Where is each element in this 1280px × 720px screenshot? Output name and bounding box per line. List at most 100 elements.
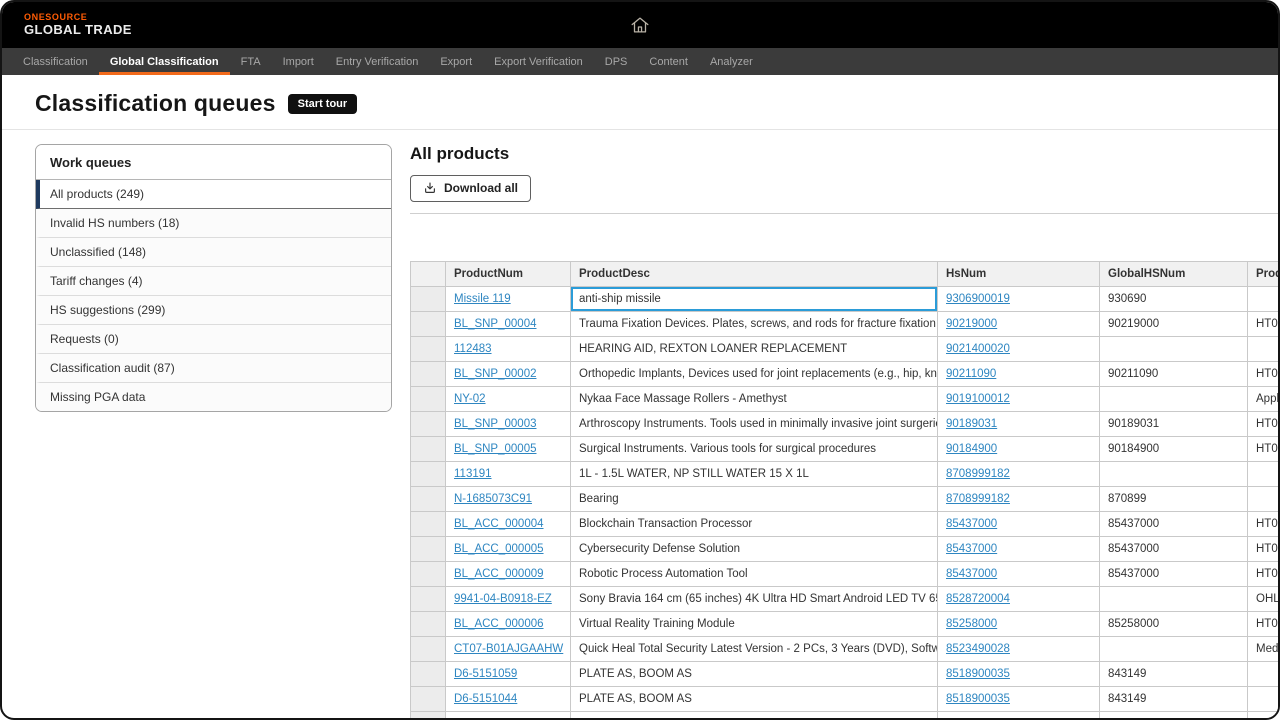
cell-product-desc[interactable]: PLATE AS, BOOM AS bbox=[571, 712, 938, 720]
cell-global-hs-num[interactable]: 930690 bbox=[1100, 287, 1248, 312]
row-handle-cell[interactable] bbox=[411, 562, 446, 587]
queue-item-requests-0[interactable]: Requests (0) bbox=[36, 325, 391, 354]
cell-product-desc[interactable]: Arthroscopy Instruments. Tools used in m… bbox=[571, 412, 938, 437]
queue-item-missing-pga-data[interactable]: Missing PGA data bbox=[36, 383, 391, 411]
home-icon[interactable] bbox=[629, 14, 651, 36]
cell-product-desc[interactable]: HEARING AID, REXTON LOANER REPLACEMENT bbox=[571, 337, 938, 362]
cell-produ[interactable] bbox=[1248, 337, 1280, 362]
nav-tab-content[interactable]: Content bbox=[638, 48, 699, 75]
cell-product-desc[interactable]: PLATE AS, BOOM AS bbox=[571, 687, 938, 712]
nav-tab-export[interactable]: Export bbox=[429, 48, 483, 75]
nav-tab-global-classification[interactable]: Global Classification bbox=[99, 48, 230, 75]
hs-num-link[interactable]: 90219000 bbox=[946, 318, 997, 330]
nav-tab-classification[interactable]: Classification bbox=[12, 48, 99, 75]
cell-global-hs-num[interactable] bbox=[1100, 637, 1248, 662]
product-num-link[interactable]: BL_SNP_00004 bbox=[454, 318, 536, 330]
cell-product-desc[interactable]: Surgical Instruments. Various tools for … bbox=[571, 437, 938, 462]
product-num-link[interactable]: D6-5151059 bbox=[454, 668, 517, 680]
cell-produ[interactable]: OHL & bbox=[1248, 587, 1280, 612]
cell-produ[interactable]: HT001 bbox=[1248, 562, 1280, 587]
cell-global-hs-num[interactable]: 85437000 bbox=[1100, 562, 1248, 587]
product-num-link[interactable]: D6-5151044 bbox=[454, 693, 517, 705]
cell-product-desc[interactable]: Orthopedic Implants, Devices used for jo… bbox=[571, 362, 938, 387]
hs-num-link[interactable]: 90211090 bbox=[946, 368, 996, 380]
product-num-link[interactable]: Missile 119 bbox=[454, 293, 511, 305]
row-handle-cell[interactable] bbox=[411, 362, 446, 387]
cell-product-desc[interactable]: PLATE AS, BOOM AS bbox=[571, 662, 938, 687]
row-handle-cell[interactable] bbox=[411, 712, 446, 720]
cell-produ[interactable] bbox=[1248, 662, 1280, 687]
cell-product-desc[interactable]: 1L - 1.5L WATER, NP STILL WATER 15 X 1L bbox=[571, 462, 938, 487]
cell-product-desc[interactable]: Nykaa Face Massage Rollers - Amethyst bbox=[571, 387, 938, 412]
cell-global-hs-num[interactable] bbox=[1100, 462, 1248, 487]
row-handle-cell[interactable] bbox=[411, 537, 446, 562]
product-num-link[interactable]: 113191 bbox=[454, 468, 492, 480]
row-handle-cell[interactable] bbox=[411, 612, 446, 637]
cell-produ[interactable] bbox=[1248, 687, 1280, 712]
cell-product-desc[interactable]: Blockchain Transaction Processor bbox=[571, 512, 938, 537]
row-handle-cell[interactable] bbox=[411, 412, 446, 437]
hs-num-link[interactable]: 8518900035 bbox=[946, 693, 1010, 705]
nav-tab-fta[interactable]: FTA bbox=[230, 48, 272, 75]
row-handle-cell[interactable] bbox=[411, 337, 446, 362]
hs-num-link[interactable]: 8708999182 bbox=[946, 468, 1010, 480]
row-handle-cell[interactable] bbox=[411, 587, 446, 612]
row-handle-cell[interactable] bbox=[411, 437, 446, 462]
row-handle-cell[interactable] bbox=[411, 637, 446, 662]
cell-global-hs-num[interactable]: 85258000 bbox=[1100, 612, 1248, 637]
cell-global-hs-num[interactable] bbox=[1100, 337, 1248, 362]
cell-global-hs-num[interactable] bbox=[1100, 587, 1248, 612]
download-all-button[interactable]: Download all bbox=[410, 175, 531, 202]
hs-num-link[interactable]: 85258000 bbox=[946, 618, 997, 630]
cell-product-desc[interactable]: Bearing bbox=[571, 487, 938, 512]
hs-num-link[interactable]: 9019100012 bbox=[946, 393, 1010, 405]
product-num-link[interactable]: BL_ACC_000009 bbox=[454, 568, 544, 580]
nav-tab-import[interactable]: Import bbox=[272, 48, 325, 75]
cell-global-hs-num[interactable]: 843149 bbox=[1100, 712, 1248, 720]
cell-global-hs-num[interactable]: 90211090 bbox=[1100, 362, 1248, 387]
hs-num-link[interactable]: 85437000 bbox=[946, 518, 997, 530]
product-num-link[interactable]: BL_SNP_00005 bbox=[454, 443, 536, 455]
cell-global-hs-num[interactable] bbox=[1100, 387, 1248, 412]
cell-produ[interactable]: HT004 bbox=[1248, 512, 1280, 537]
start-tour-button[interactable]: Start tour bbox=[288, 94, 358, 114]
cell-global-hs-num[interactable]: 85437000 bbox=[1100, 537, 1248, 562]
cell-produ[interactable]: HT004 bbox=[1248, 537, 1280, 562]
cell-produ[interactable] bbox=[1248, 287, 1280, 312]
product-num-link[interactable]: BL_SNP_00002 bbox=[454, 368, 536, 380]
product-num-link[interactable]: NY-02 bbox=[454, 393, 486, 405]
product-num-link[interactable]: BL_ACC_000006 bbox=[454, 618, 544, 630]
product-num-link[interactable]: CT07-B01AJGAAHW bbox=[454, 643, 563, 655]
cell-produ[interactable] bbox=[1248, 712, 1280, 720]
product-num-link[interactable]: N-1685073C91 bbox=[454, 493, 532, 505]
product-num-link[interactable]: 9941-04-B0918-EZ bbox=[454, 593, 552, 605]
nav-tab-analyzer[interactable]: Analyzer bbox=[699, 48, 764, 75]
queue-item-classification-audit-87[interactable]: Classification audit (87) bbox=[36, 354, 391, 383]
product-num-link[interactable]: BL_ACC_000004 bbox=[454, 518, 544, 530]
cell-global-hs-num[interactable]: 90189031 bbox=[1100, 412, 1248, 437]
product-num-link[interactable]: 112483 bbox=[454, 343, 492, 355]
cell-global-hs-num[interactable]: 843149 bbox=[1100, 687, 1248, 712]
row-handle-cell[interactable] bbox=[411, 312, 446, 337]
cell-produ[interactable]: Applia bbox=[1248, 387, 1280, 412]
cell-product-desc[interactable]: Trauma Fixation Devices. Plates, screws,… bbox=[571, 312, 938, 337]
cell-product-desc[interactable]: anti-ship missile bbox=[571, 287, 938, 312]
hs-num-link[interactable]: 90189031 bbox=[946, 418, 997, 430]
cell-produ[interactable] bbox=[1248, 462, 1280, 487]
cell-produ[interactable]: HT005 bbox=[1248, 437, 1280, 462]
hs-num-link[interactable]: 8518900035 bbox=[946, 668, 1010, 680]
cell-global-hs-num[interactable]: 843149 bbox=[1100, 662, 1248, 687]
cell-global-hs-num[interactable]: 90184900 bbox=[1100, 437, 1248, 462]
nav-tab-export-verification[interactable]: Export Verification bbox=[483, 48, 594, 75]
row-handle-cell[interactable] bbox=[411, 462, 446, 487]
cell-global-hs-num[interactable]: 90219000 bbox=[1100, 312, 1248, 337]
product-num-link[interactable]: BL_SNP_00003 bbox=[454, 418, 536, 430]
row-handle-cell[interactable] bbox=[411, 287, 446, 312]
queue-item-hs-suggestions-299[interactable]: HS suggestions (299) bbox=[36, 296, 391, 325]
hs-num-link[interactable]: 8523490028 bbox=[946, 643, 1010, 655]
row-handle-cell[interactable] bbox=[411, 687, 446, 712]
hs-num-link[interactable]: 85437000 bbox=[946, 568, 997, 580]
cell-produ[interactable]: HT004 bbox=[1248, 312, 1280, 337]
cell-global-hs-num[interactable]: 85437000 bbox=[1100, 512, 1248, 537]
row-handle-cell[interactable] bbox=[411, 512, 446, 537]
